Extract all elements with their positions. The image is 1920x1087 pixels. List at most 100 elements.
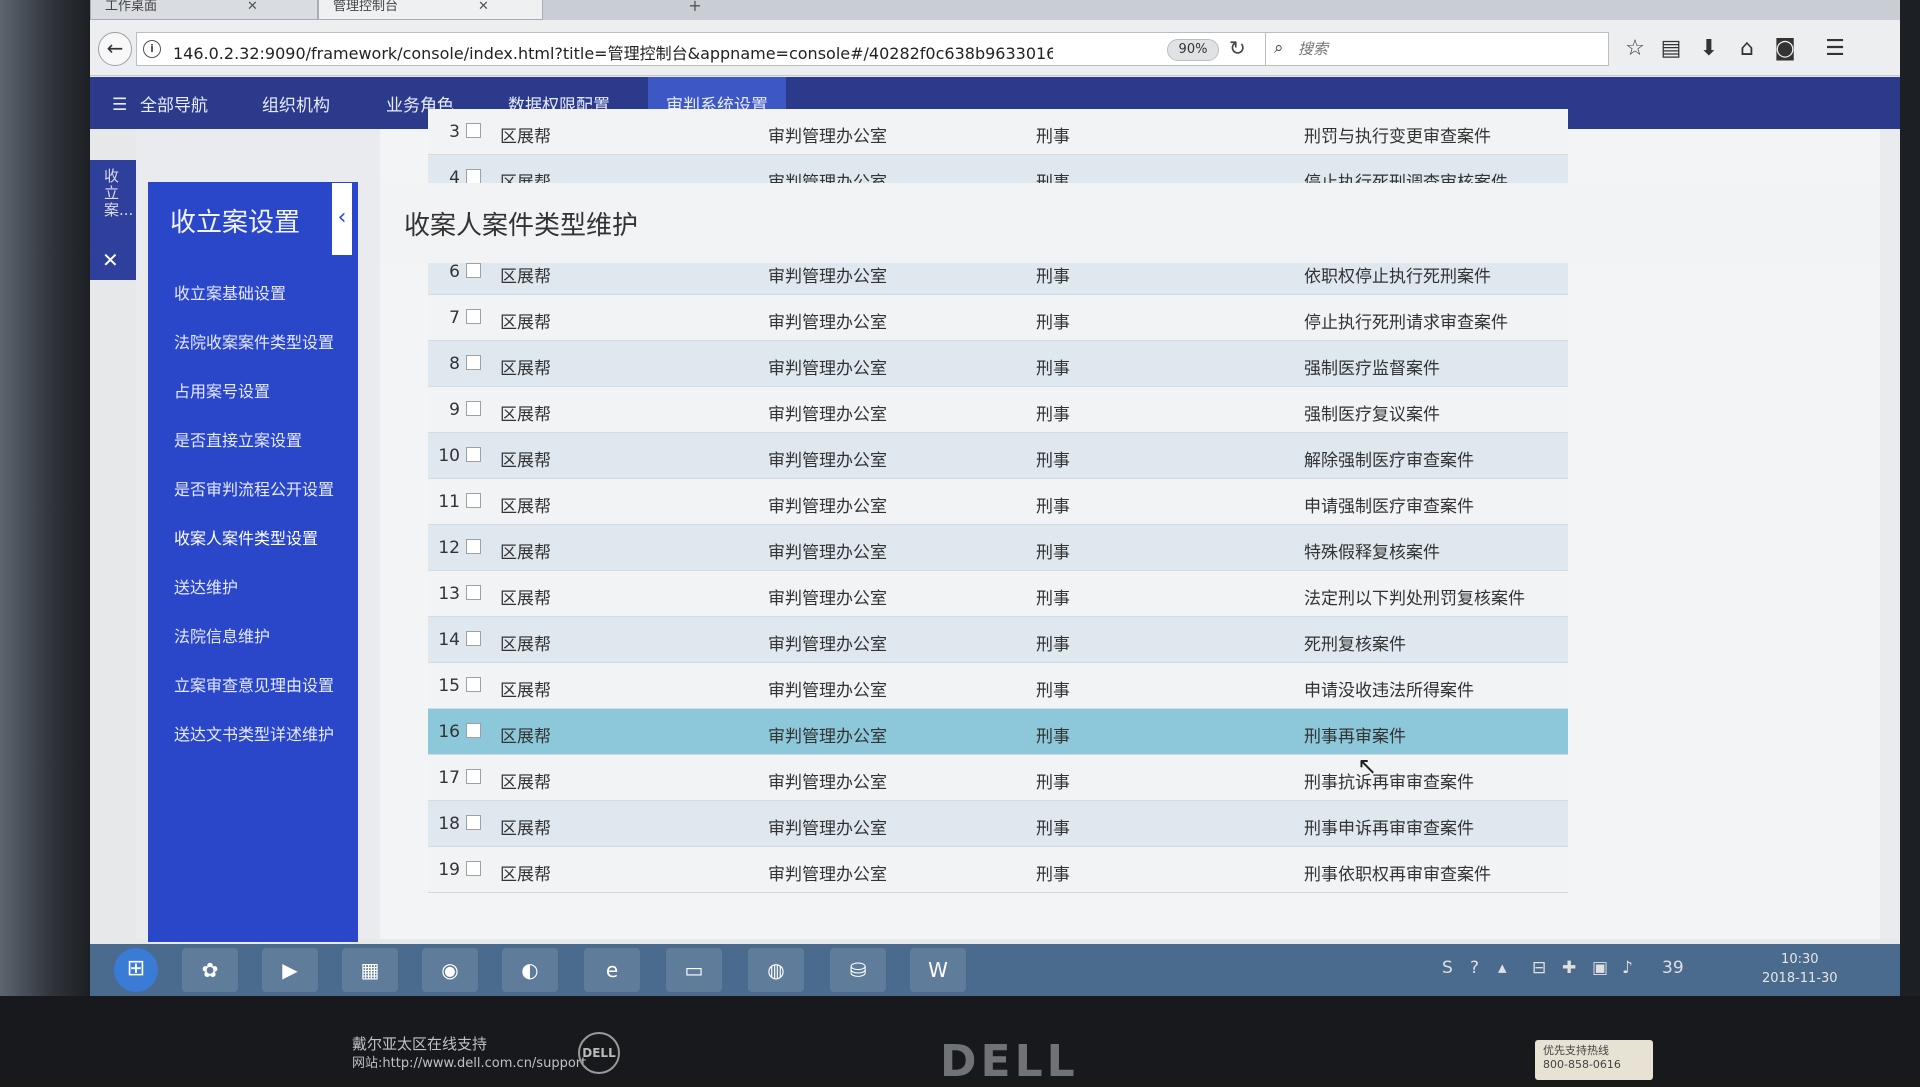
url-bar[interactable]: i 146.0.2.32:9090/framework/console/inde…: [136, 32, 1266, 66]
pocket-icon[interactable]: ◙: [1770, 36, 1800, 61]
close-icon[interactable]: ✕: [478, 0, 489, 14]
table-row-selected[interactable]: 16 区展帮 审判管理办公室 刑事 刑事再审案件: [428, 709, 1568, 755]
row-checkbox[interactable]: [466, 861, 481, 876]
row-checkbox[interactable]: [466, 123, 481, 138]
home-icon[interactable]: ⌂: [1732, 36, 1762, 61]
row-org: 区展帮: [500, 451, 551, 471]
sticker-line-2: 800-858-0616: [1543, 1058, 1621, 1071]
info-icon[interactable]: i: [143, 40, 161, 58]
sidebar-item-document-types[interactable]: 送达文书类型详述维护: [174, 721, 334, 745]
row-checkbox[interactable]: [466, 493, 481, 508]
row-checkbox[interactable]: [466, 815, 481, 830]
row-category: 刑事: [1036, 543, 1070, 563]
row-category: 刑事: [1036, 267, 1070, 287]
row-checkbox[interactable]: [466, 355, 481, 370]
table-row[interactable]: 13 区展帮 审判管理办公室 刑事 法定刑以下判处刑罚复核案件: [428, 571, 1568, 617]
app-icon: ✿: [201, 958, 219, 982]
menu-all-nav[interactable]: 全部导航: [140, 91, 208, 116]
table-row[interactable]: 18 区展帮 审判管理办公室 刑事 刑事申诉再审审查案件: [428, 801, 1568, 847]
screen: 工作桌面 ✕ 管理控制台 ✕ + ← i 146.0.2.32:9090/frame…: [90, 0, 1900, 996]
taskbar-app-media[interactable]: ▶: [262, 948, 318, 992]
taskbar-app-database[interactable]: ⛁: [830, 948, 886, 992]
menu-organization[interactable]: 组织机构: [262, 91, 330, 116]
row-checkbox[interactable]: [466, 631, 481, 646]
row-index: 14: [438, 630, 460, 650]
taskbar-app-green[interactable]: ✿: [182, 948, 238, 992]
hamburger-icon[interactable]: ☰: [112, 95, 127, 115]
row-checkbox[interactable]: [466, 309, 481, 324]
taskbar-app-firefox[interactable]: ◍: [748, 948, 804, 992]
table-row[interactable]: 7 区展帮 审判管理办公室 刑事 停止执行死刑请求审查案件: [428, 295, 1568, 341]
taskbar-app-chrome[interactable]: ◉: [422, 948, 478, 992]
reload-icon[interactable]: ↻: [1229, 36, 1246, 60]
sidebar-item-case-number[interactable]: 占用案号设置: [174, 378, 270, 402]
row-index: 12: [438, 538, 460, 558]
sidebar-item-court-case-types[interactable]: 法院收案案件类型设置: [174, 329, 334, 353]
table-row[interactable]: 12 区展帮 审判管理办公室 刑事 特殊假释复核案件: [428, 525, 1568, 571]
row-checkbox[interactable]: [466, 677, 481, 692]
clipboard-icon[interactable]: ▣: [1592, 958, 1608, 978]
tab-workdesk[interactable]: 工作桌面 ✕: [90, 0, 318, 20]
table-row[interactable]: 3 区展帮 审判管理办公室 刑事 刑罚与执行变更审查案件: [428, 109, 1568, 155]
sidebar-item-delivery[interactable]: 送达维护: [174, 574, 238, 598]
sidebar-item-receiver-case-types[interactable]: 收案人案件类型设置: [174, 525, 318, 549]
search-input[interactable]: [1298, 38, 1598, 60]
table-row[interactable]: 10 区展帮 审判管理办公室 刑事 解除强制医疗审查案件: [428, 433, 1568, 479]
new-tab-button[interactable]: +: [680, 0, 710, 18]
menu-icon[interactable]: ☰: [1820, 36, 1850, 61]
bookmark-star-icon[interactable]: ☆: [1620, 36, 1650, 61]
tab-console[interactable]: 管理控制台 ✕: [318, 0, 543, 20]
table-row[interactable]: 15 区展帮 审判管理办公室 刑事 申请没收违法所得案件: [428, 663, 1568, 709]
mouse-cursor-icon: ↖: [1357, 752, 1378, 780]
taskbar-app-eclipse[interactable]: ◐: [502, 948, 558, 992]
sidebar-title: 收立案设置: [170, 208, 301, 238]
left-collapsed-strip[interactable]: 收立案... ✕: [90, 160, 136, 280]
close-icon[interactable]: ✕: [102, 248, 119, 272]
security-icon[interactable]: ✚: [1562, 958, 1576, 978]
start-button[interactable]: ⊞: [114, 948, 158, 992]
table-row[interactable]: 9 区展帮 审判管理办公室 刑事 强制医疗复议案件: [428, 387, 1568, 433]
monitor-bezel-left: [0, 0, 90, 1080]
sidebar-item-direct-filing[interactable]: 是否直接立案设置: [174, 427, 302, 451]
download-icon[interactable]: ⬇: [1694, 36, 1724, 61]
row-checkbox[interactable]: [466, 585, 481, 600]
back-button[interactable]: ←: [98, 32, 132, 66]
row-checkbox[interactable]: [466, 723, 481, 738]
table-row[interactable]: 19 区展帮 审判管理办公室 刑事 刑事依职权再审审查案件: [428, 847, 1568, 893]
support-line-1: 戴尔亚太区在线支持: [352, 1035, 488, 1053]
row-checkbox[interactable]: [466, 263, 481, 278]
sidebar-item-court-info[interactable]: 法院信息维护: [174, 623, 270, 647]
table-row[interactable]: 14 区展帮 审判管理办公室 刑事 死刑复核案件: [428, 617, 1568, 663]
taskbar-app-ie[interactable]: e: [584, 948, 640, 992]
row-checkbox[interactable]: [466, 401, 481, 416]
system-clock[interactable]: 10:30 2018-11-30: [1762, 950, 1838, 988]
help-icon[interactable]: ?: [1470, 958, 1479, 978]
row-checkbox[interactable]: [466, 769, 481, 784]
sidebar-collapse-button[interactable]: ‹: [332, 183, 352, 255]
table-row[interactable]: 17 区展帮 审判管理办公室 刑事 刑事抗诉再审审查案件: [428, 755, 1568, 801]
sogou-icon[interactable]: S: [1442, 958, 1453, 978]
tray-arrow-icon[interactable]: ▴: [1498, 958, 1507, 978]
reading-list-icon[interactable]: ▤: [1656, 36, 1686, 61]
search-box[interactable]: ⌕: [1265, 32, 1609, 66]
row-category: 刑事: [1036, 819, 1070, 839]
ie-icon: e: [605, 958, 619, 982]
sidebar-item-basic[interactable]: 收立案基础设置: [174, 280, 286, 304]
taskbar-app-terminal[interactable]: ▭: [666, 948, 722, 992]
sidebar-item-process-public[interactable]: 是否审判流程公开设置: [174, 476, 334, 500]
sidebar-item-review-reasons[interactable]: 立案审查意见理由设置: [174, 672, 334, 696]
network-icon[interactable]: ⊟: [1532, 958, 1546, 978]
row-checkbox[interactable]: [466, 169, 481, 184]
row-category: 刑事: [1036, 773, 1070, 793]
row-checkbox[interactable]: [466, 539, 481, 554]
taskbar-app-word[interactable]: W: [910, 948, 966, 992]
sticker-line-1: 优先支持热线: [1543, 1044, 1609, 1057]
row-checkbox[interactable]: [466, 447, 481, 462]
taskbar-app-explorer[interactable]: ▦: [342, 948, 398, 992]
volume-icon[interactable]: ♪: [1622, 958, 1633, 978]
close-icon[interactable]: ✕: [247, 0, 258, 14]
tray-badge[interactable]: 39: [1662, 958, 1684, 978]
table-row[interactable]: 8 区展帮 审判管理办公室 刑事 强制医疗监督案件: [428, 341, 1568, 387]
zoom-indicator[interactable]: 90%: [1167, 39, 1219, 61]
table-row[interactable]: 11 区展帮 审判管理办公室 刑事 申请强制医疗审查案件: [428, 479, 1568, 525]
